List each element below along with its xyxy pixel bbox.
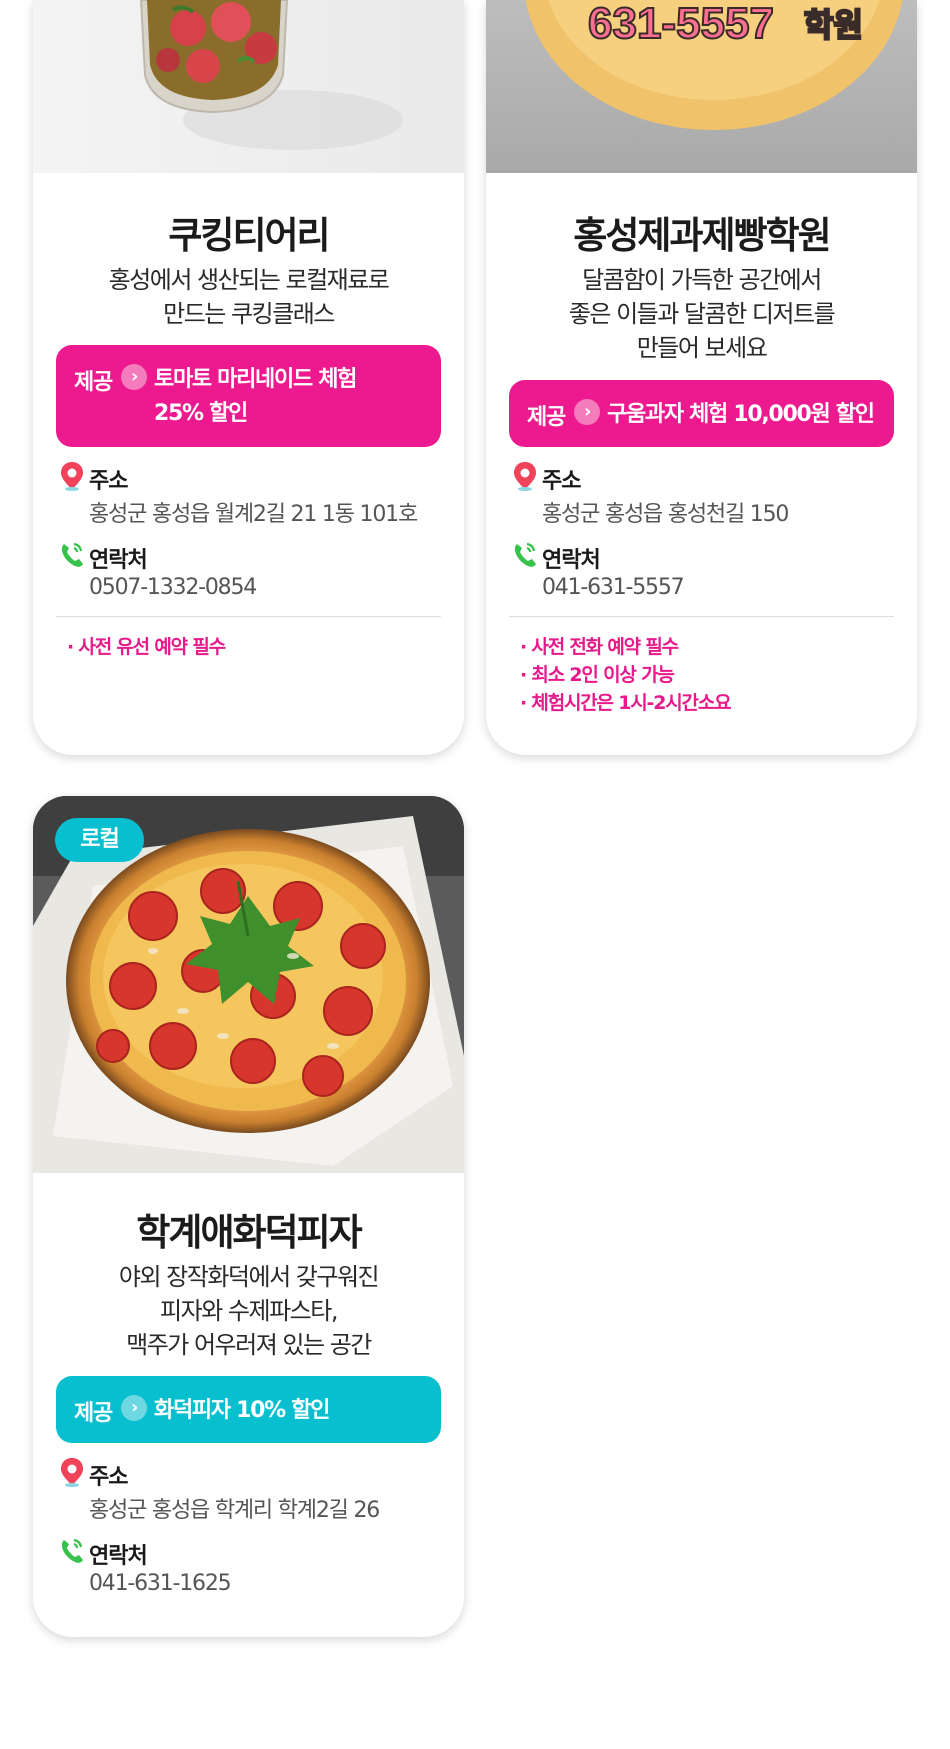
wood-fire-pizza-card[interactable]: 로컬 학계애화덕피자 야외 장작화덕에서 갖구워진 피자와 수제파스타, 맥주가…	[33, 796, 464, 1637]
card-title: 쿠킹티어리	[168, 214, 330, 257]
chevron-right-icon: ›	[574, 399, 600, 425]
notes: · 사전 전화 예약 필수 · 최소 2인 이상 가능 · 체험시간은 1시-2…	[520, 633, 732, 717]
sign-suffix: 학원	[804, 6, 863, 44]
description-line: 피자와 수제파스타,	[160, 1297, 338, 1325]
contact-value[interactable]: 0507-1332-0854	[89, 575, 257, 600]
contact-label: 연락처	[89, 1544, 148, 1569]
chevron-right-icon: ›	[121, 364, 147, 390]
phone-icon	[61, 542, 83, 567]
location-pin-icon	[61, 462, 83, 491]
card-description: 야외 장작화덕에서 갖구워진 피자와 수제파스타, 맥주가 어우러져 있는 공간	[33, 1260, 464, 1362]
description-line: 야외 장작화덕에서 갖구워진	[118, 1263, 380, 1291]
note-item: · 사전 전화 예약 필수	[520, 636, 679, 658]
contact-value[interactable]: 041-631-1625	[89, 1571, 232, 1596]
address-label: 주소	[89, 1465, 128, 1490]
contact-value[interactable]: 041-631-5557	[542, 575, 685, 600]
offer-label: 제공	[74, 1401, 113, 1426]
description-line: 홍성에서 생산되는 로컬재료로	[108, 266, 390, 294]
cooking-class-card[interactable]: 쿠킹티어리 홍성에서 생산되는 로컬재료로 만드는 쿠킹클래스 제공 › 토마토…	[33, 0, 464, 755]
phone-icon	[514, 542, 536, 567]
offer-banner[interactable]: 제공 › 화덕피자 10% 할인	[56, 1376, 441, 1443]
sign-number: 631-5557	[588, 0, 774, 48]
bakery-sign-image: 631-5557 학원	[486, 0, 917, 173]
card-description: 달콤함이 가득한 공간에서 좋은 이들과 달콤한 디저트를 만들어 보세요	[486, 263, 917, 365]
offer-banner[interactable]: 제공 › 토마토 마리네이드 체험 25% 할인	[56, 345, 441, 447]
offer-text: 화덕피자 10% 할인	[154, 1394, 330, 1428]
offer-label: 제공	[74, 370, 113, 395]
location-pin-icon	[61, 1458, 83, 1487]
description-line: 좋은 이들과 달콤한 디저트를	[568, 300, 836, 328]
contact-label: 연락처	[89, 548, 148, 573]
contact-label: 연락처	[542, 548, 601, 573]
tomato-jar-image	[33, 0, 464, 173]
note-item: · 체험시간은 1시-2시간소요	[520, 692, 732, 714]
card-description: 홍성에서 생산되는 로컬재료로 만드는 쿠킹클래스	[33, 263, 464, 331]
address-value: 홍성군 홍성읍 홍성천길 150	[542, 502, 789, 527]
offer-line: 화덕피자 10% 할인	[154, 1398, 330, 1423]
divider	[56, 616, 441, 617]
offer-line: 25% 할인	[154, 401, 248, 426]
notes: · 사전 유선 예약 필수	[67, 633, 226, 661]
offer-line: 구움과자 체험 10,000원 할인	[607, 402, 875, 427]
address-value: 홍성군 홍성읍 월계2길 21 1동 101호	[89, 502, 418, 527]
phone-icon	[61, 1538, 83, 1563]
divider	[509, 616, 894, 617]
address-label: 주소	[542, 469, 581, 494]
chevron-right-icon: ›	[121, 1395, 147, 1421]
pizza-photo: 로컬	[33, 796, 464, 1173]
bakery-academy-card[interactable]: 631-5557 학원 홍성제과제빵학원 달콤함이 가득한 공간에서 좋은 이들…	[486, 0, 917, 755]
offer-banner[interactable]: 제공 › 구움과자 체험 10,000원 할인	[509, 380, 894, 447]
address-label: 주소	[89, 469, 128, 494]
description-line: 만드는 쿠킹클래스	[163, 300, 335, 328]
local-badge: 로컬	[55, 818, 144, 862]
offer-line: 토마토 마리네이드 체험	[154, 367, 357, 392]
offer-text: 구움과자 체험 10,000원 할인	[607, 398, 875, 432]
bakery-sign-photo: 631-5557 학원	[486, 0, 917, 173]
card-title: 학계애화덕피자	[136, 1211, 362, 1254]
offer-label: 제공	[527, 405, 566, 430]
address-value: 홍성군 홍성읍 학계리 학계2길 26	[89, 1498, 380, 1523]
offer-text: 토마토 마리네이드 체험 25% 할인	[154, 363, 357, 431]
tomato-marinade-photo	[33, 0, 464, 173]
note-item: · 최소 2인 이상 가능	[520, 664, 675, 686]
note-item: · 사전 유선 예약 필수	[67, 636, 226, 658]
description-line: 달콤함이 가득한 공간에서	[582, 266, 822, 294]
card-title: 홍성제과제빵학원	[573, 214, 831, 257]
description-line: 만들어 보세요	[636, 334, 768, 362]
description-line: 맥주가 어우러져 있는 공간	[126, 1331, 372, 1359]
location-pin-icon	[514, 462, 536, 491]
